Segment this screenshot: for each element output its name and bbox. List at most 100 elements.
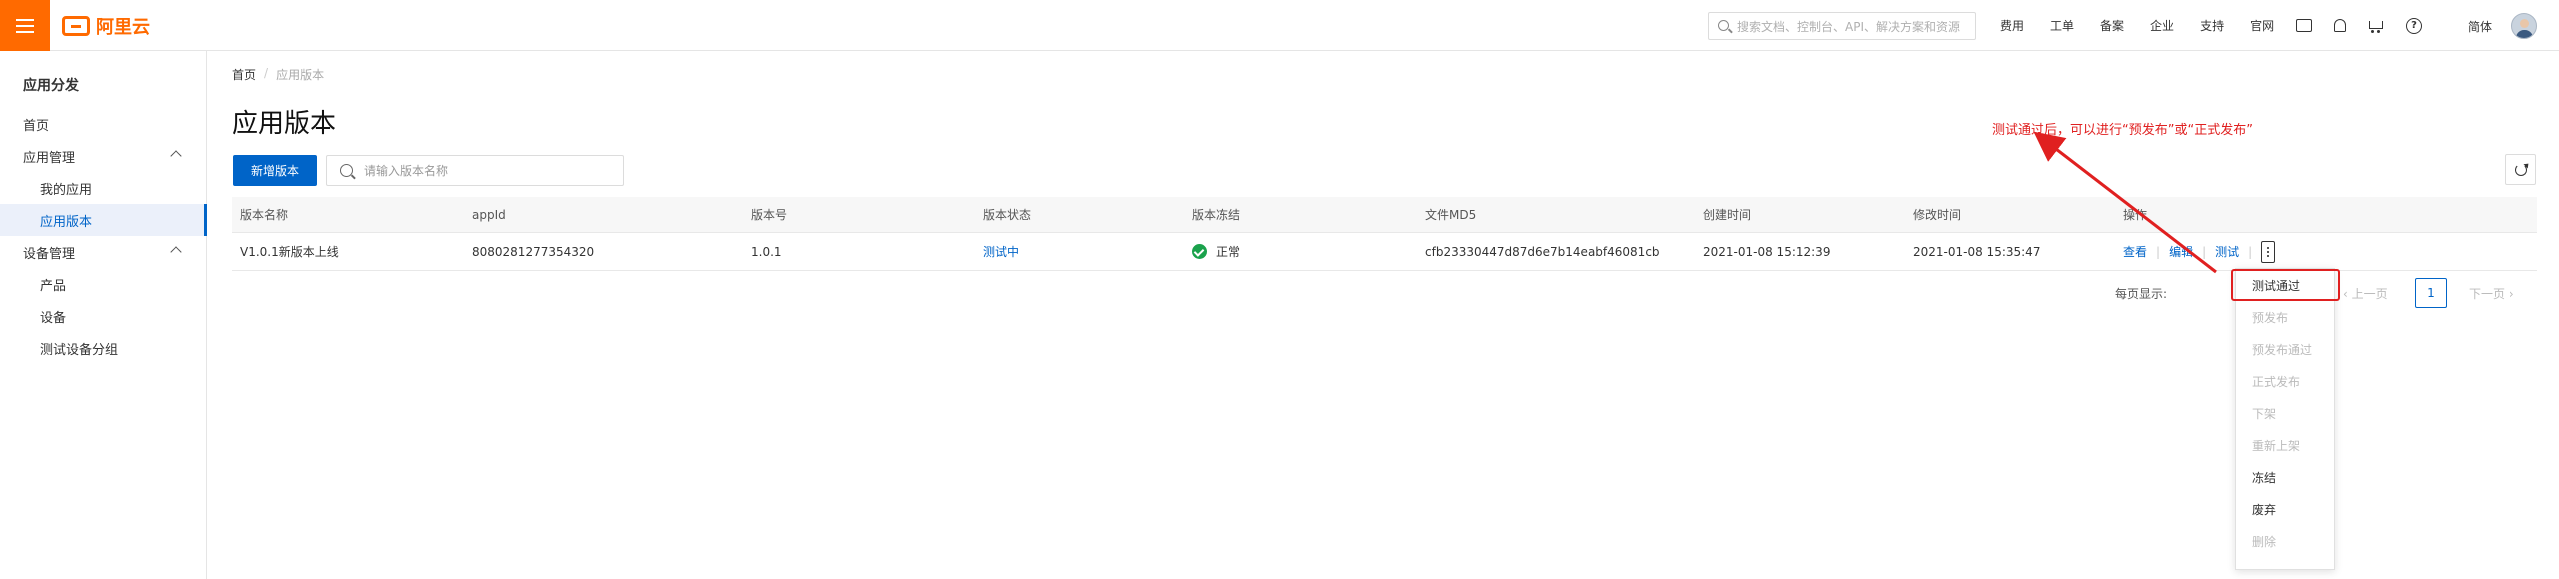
column-header: 版本名称 <box>240 208 289 222</box>
sidebar-item-label: 测试设备分组 <box>40 342 119 358</box>
page-size-label: 每页显示: <box>2115 286 2168 301</box>
nav-link-fees[interactable]: 费用 <box>2000 17 2024 34</box>
nav-link-tickets[interactable]: 工单 <box>2050 17 2074 34</box>
help-icon[interactable]: ? <box>2406 17 2422 34</box>
more-actions-button[interactable] <box>2261 240 2276 263</box>
version-search-placeholder: 请输入版本名称 <box>364 164 449 178</box>
sidebar-item-label: 产品 <box>40 278 67 294</box>
menu-item-relist: 重新上架 <box>2252 438 2301 453</box>
edit-link[interactable]: 编辑 <box>2169 243 2193 260</box>
pagination: 每页显示: ‹ 上一页 1 下一页 › <box>2115 278 2514 308</box>
table-row: V1.0.1新版本上线 8080281277354320 1.0.1 测试中 正… <box>232 233 2537 271</box>
top-icon-group: ? <box>2296 0 2422 51</box>
sidebar-item-home[interactable]: 首页 <box>0 108 206 140</box>
sidebar-item-test-device-groups[interactable]: 测试设备分组 <box>0 332 206 364</box>
search-icon <box>1718 20 1729 31</box>
chevron-up-icon <box>170 246 182 258</box>
column-header: 版本号 <box>751 208 788 222</box>
sidebar-item-my-apps[interactable]: 我的应用 <box>0 172 206 204</box>
global-search-input[interactable]: 搜索文档、控制台、API、解决方案和资源 <box>1708 12 1976 40</box>
cell-file-md5: cfb23330447d87d6e7b14eabf46081cb <box>1425 244 1660 259</box>
column-header: 版本冻结 <box>1192 208 1241 222</box>
cell-version-frozen: 正常 <box>1192 233 1240 270</box>
column-header: 版本状态 <box>983 208 1032 222</box>
page-title: 应用版本 <box>232 109 337 139</box>
check-circle-icon <box>1192 244 1207 259</box>
version-table: 版本名称 appId 版本号 版本状态 版本冻结 文件MD5 创建时间 修改时间… <box>232 197 2537 271</box>
sidebar-item-devices[interactable]: 设备 <box>0 300 206 332</box>
sidebar-item-label: 设备 <box>40 310 67 326</box>
sidebar-item-label: 应用管理 <box>23 150 76 166</box>
table-header: 版本名称 appId 版本号 版本状态 版本冻结 文件MD5 创建时间 修改时间… <box>232 197 2537 233</box>
column-header: 创建时间 <box>1703 208 1752 222</box>
menu-item-freeze[interactable]: 冻结 <box>2236 461 2334 493</box>
page-number-button[interactable]: 1 <box>2415 278 2447 308</box>
refresh-icon <box>2514 163 2527 176</box>
language-switch[interactable]: 简体 <box>2468 18 2492 35</box>
top-bar: 阿里云 搜索文档、控制台、API、解决方案和资源 费用 工单 备案 企业 支持 … <box>0 0 2559 51</box>
prev-page-label: 上一页 <box>2351 286 2388 301</box>
nav-link-support[interactable]: 支持 <box>2200 17 2224 34</box>
test-link[interactable]: 测试 <box>2215 243 2239 260</box>
menu-item-deprecate[interactable]: 废弃 <box>2236 493 2334 525</box>
nav-link-official-site[interactable]: 官网 <box>2250 17 2274 34</box>
search-icon <box>340 164 353 177</box>
sidebar-item-label: 首页 <box>23 118 50 134</box>
cell-app-id: 8080281277354320 <box>472 244 595 259</box>
sidebar-item-label: 应用版本 <box>40 214 93 230</box>
breadcrumb-current: 应用版本 <box>276 68 325 82</box>
chevron-up-icon <box>170 150 182 162</box>
sidebar-item-app-versions[interactable]: 应用版本 <box>0 204 207 236</box>
cell-modified-time: 2021-01-08 15:35:47 <box>1913 244 2041 259</box>
op-separator: | <box>2202 244 2207 259</box>
sidebar-item-label: 我的应用 <box>40 182 93 198</box>
sidebar-title: 应用分发 <box>23 78 79 94</box>
column-header: 操作 <box>2123 208 2148 222</box>
global-search-placeholder: 搜索文档、控制台、API、解决方案和资源 <box>1737 19 1960 34</box>
op-separator: | <box>2248 244 2253 259</box>
breadcrumb-separator: / <box>264 66 269 80</box>
sidebar-item-label: 设备管理 <box>23 246 76 262</box>
cell-version-number: 1.0.1 <box>751 244 782 259</box>
breadcrumb-home[interactable]: 首页 <box>232 66 256 83</box>
nav-link-icp[interactable]: 备案 <box>2100 17 2124 34</box>
prev-page-button[interactable]: ‹ 上一页 <box>2343 285 2388 302</box>
menu-item-take-down: 下架 <box>2252 406 2277 421</box>
cell-created-time: 2021-01-08 15:12:39 <box>1703 244 1831 259</box>
next-page-label: 下一页 <box>2469 286 2506 301</box>
nav-link-enterprise[interactable]: 企业 <box>2150 17 2174 34</box>
bell-icon[interactable] <box>2334 19 2346 32</box>
aliyun-logo-icon <box>62 16 90 36</box>
annotation-text: 测试通过后，可以进行“预发布”或“正式发布” <box>1992 123 2253 138</box>
refresh-button[interactable] <box>2505 154 2536 185</box>
menu-item-pre-release-passed: 预发布通过 <box>2252 342 2313 357</box>
image-icon[interactable] <box>2296 19 2312 32</box>
breadcrumb: 首页 / 应用版本 <box>232 66 324 83</box>
menu-item-pre-release: 预发布 <box>2252 310 2289 325</box>
more-actions-dropdown: 测试通过 预发布 预发布通过 正式发布 下架 重新上架 冻结 废弃 删除 <box>2235 268 2335 570</box>
column-header: 修改时间 <box>1913 208 1962 222</box>
hamburger-menu-button[interactable] <box>0 0 50 51</box>
sidebar-item-device-management[interactable]: 设备管理 <box>0 236 206 268</box>
cart-icon[interactable] <box>2368 18 2384 34</box>
avatar[interactable] <box>2511 13 2537 39</box>
version-search-input[interactable]: 请输入版本名称 <box>326 155 624 186</box>
frozen-status-text: 正常 <box>1216 245 1241 259</box>
aliyun-logo[interactable]: 阿里云 <box>62 14 150 38</box>
column-header: appId <box>472 207 506 222</box>
op-separator: | <box>2156 244 2161 259</box>
column-header: 文件MD5 <box>1425 208 1477 222</box>
add-version-button[interactable]: 新增版本 <box>233 155 317 186</box>
next-page-button[interactable]: 下一页 › <box>2469 285 2514 302</box>
logo-text: 阿里云 <box>96 17 150 38</box>
cell-operations: 查看 | 编辑 | 测试 | <box>2123 233 2276 270</box>
sidebar-item-products[interactable]: 产品 <box>0 268 206 300</box>
cell-version-status[interactable]: 测试中 <box>983 233 1019 270</box>
sidebar-item-app-management[interactable]: 应用管理 <box>0 140 206 172</box>
annotation-arrow <box>2033 131 2217 274</box>
top-nav-links: 费用 工单 备案 企业 支持 官网 <box>2000 0 2300 51</box>
view-link[interactable]: 查看 <box>2123 243 2147 260</box>
annotation-highlight-box <box>2231 269 2340 301</box>
sidebar: 应用分发 首页 应用管理 我的应用 应用版本 设备管理 产品 设备 测试设备分组 <box>0 51 207 579</box>
menu-item-official-release: 正式发布 <box>2252 374 2301 389</box>
